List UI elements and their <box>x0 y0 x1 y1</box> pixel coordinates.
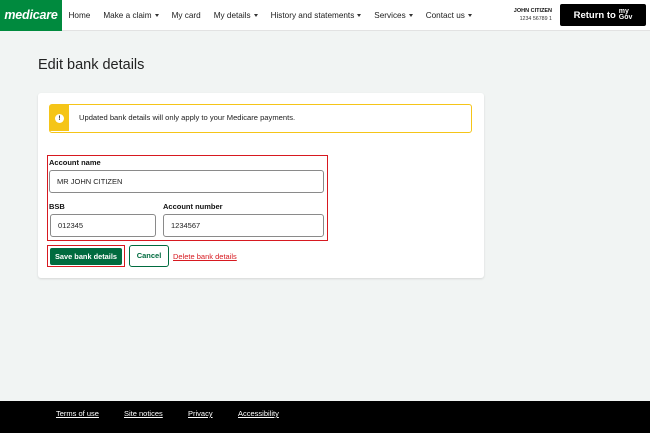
nav-item-label: Contact us <box>425 11 465 20</box>
alert-text: Updated bank details will only apply to … <box>79 113 296 122</box>
mygov-logo-bottom: Gov <box>618 14 633 21</box>
page-title: Edit bank details <box>38 57 145 73</box>
account-name-label: Account name <box>49 158 101 167</box>
return-to-mygov-button[interactable]: Return to my Gov <box>560 4 646 26</box>
bank-details-card: ! Updated bank details will only apply t… <box>38 93 484 278</box>
medicare-logo[interactable]: medicare <box>0 0 62 31</box>
footer-link-site-notices[interactable]: Site notices <box>124 409 163 418</box>
user-name: JOHN CITIZEN <box>513 8 552 14</box>
nav-item-my-details[interactable]: My details <box>207 0 264 31</box>
bsb-input[interactable] <box>50 214 156 237</box>
nav-item-my-card[interactable]: My card <box>165 0 207 31</box>
nav-item-contact-us[interactable]: Contact us <box>419 0 478 31</box>
exclamation-icon: ! <box>55 113 64 123</box>
nav-item-label: My details <box>213 11 251 20</box>
caret-down-icon <box>357 14 362 17</box>
info-alert: ! Updated bank details will only apply t… <box>49 104 472 133</box>
cancel-button[interactable]: Cancel <box>129 245 169 267</box>
site-header: medicare Home Make a claim My card My de… <box>0 0 650 31</box>
nav-item-label: History and statements <box>270 11 355 20</box>
main-nav: Home Make a claim My card My details His… <box>62 0 478 31</box>
account-number-input[interactable] <box>163 214 324 237</box>
delete-bank-details-link[interactable]: Delete bank details <box>173 252 237 261</box>
caret-down-icon <box>408 14 413 17</box>
nav-item-services[interactable]: Services <box>368 0 419 31</box>
footer-link-privacy[interactable]: Privacy <box>188 409 213 418</box>
return-to-label: Return to <box>573 9 616 21</box>
nav-item-label: Make a claim <box>103 11 152 20</box>
nav-item-home[interactable]: Home <box>62 0 97 31</box>
nav-item-label: Home <box>68 11 91 20</box>
save-bank-details-button[interactable]: Save bank details <box>50 248 122 265</box>
user-info: JOHN CITIZEN 1234 56789 1 <box>500 7 552 23</box>
site-footer: Terms of use Site notices Privacy Access… <box>0 401 650 433</box>
nav-item-make-a-claim[interactable]: Make a claim <box>97 0 165 31</box>
alert-icon-box: ! <box>50 105 69 131</box>
caret-down-icon <box>154 14 159 17</box>
bsb-label: BSB <box>49 202 65 211</box>
account-number-label: Account number <box>163 202 223 211</box>
footer-link-accessibility[interactable]: Accessibility <box>238 409 279 418</box>
mygov-logo: my Gov <box>618 8 633 21</box>
nav-item-label: Services <box>374 11 406 20</box>
footer-link-terms[interactable]: Terms of use <box>56 409 99 418</box>
nav-item-label: My card <box>171 11 201 20</box>
account-name-input[interactable] <box>49 170 324 193</box>
medicare-number: 1234 56789 1 <box>519 16 552 22</box>
nav-item-history-and-statements[interactable]: History and statements <box>264 0 368 31</box>
caret-down-icon <box>253 14 258 17</box>
caret-down-icon <box>467 14 472 17</box>
